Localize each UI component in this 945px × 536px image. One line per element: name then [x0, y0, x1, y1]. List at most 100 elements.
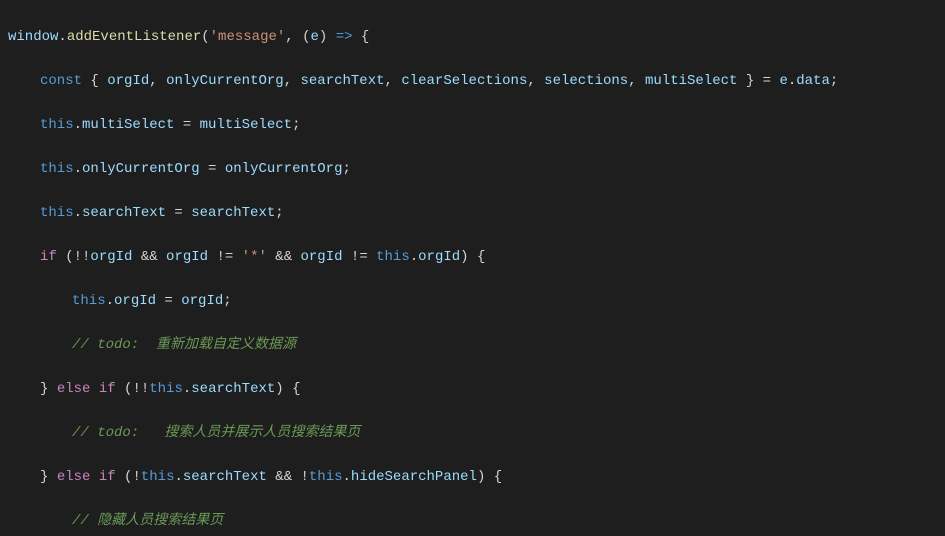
punct: != [208, 249, 242, 265]
punct [90, 469, 98, 485]
punct: = [174, 117, 199, 133]
punct: && [132, 249, 166, 265]
identifier: clearSelections [401, 73, 527, 89]
keyword: this [309, 469, 343, 485]
punct: } [40, 381, 57, 397]
comment: // todo: 搜索人员并展示人员搜索结果页 [72, 425, 360, 441]
punct: } [40, 469, 57, 485]
identifier: multiSelect [200, 117, 292, 133]
method: addEventListener [67, 29, 201, 45]
identifier: orgId [166, 249, 208, 265]
punct: , [385, 73, 402, 89]
code-line[interactable]: } else if (!!this.searchText) { [8, 378, 945, 400]
punct: , [628, 73, 645, 89]
code-line[interactable]: this.searchText = searchText; [8, 202, 945, 224]
identifier: orgId [418, 249, 460, 265]
punct: ) { [275, 381, 300, 397]
comment: // 隐藏人员搜索结果页 [72, 513, 223, 529]
code-line[interactable]: // 隐藏人员搜索结果页 [8, 510, 945, 532]
identifier: multiSelect [82, 117, 174, 133]
identifier: onlyCurrentOrg [82, 161, 200, 177]
identifier: orgId [181, 293, 223, 309]
keyword: this [40, 205, 74, 221]
identifier: searchText [301, 73, 385, 89]
punct: . [58, 29, 66, 45]
punct: , [284, 73, 301, 89]
string: 'message' [210, 29, 286, 45]
keyword: else [57, 469, 91, 485]
punct: , ( [285, 29, 310, 45]
punct: ; [830, 73, 838, 89]
punct: ; [292, 117, 300, 133]
punct: . [74, 161, 82, 177]
punct [90, 381, 98, 397]
punct: ) [319, 29, 336, 45]
code-line[interactable]: // todo: 搜索人员并展示人员搜索结果页 [8, 422, 945, 444]
keyword: if [99, 469, 116, 485]
identifier: orgId [301, 249, 343, 265]
punct: != [343, 249, 377, 265]
arrow: => [336, 29, 353, 45]
identifier: multiSelect [645, 73, 737, 89]
punct: = [200, 161, 225, 177]
code-line[interactable]: this.orgId = orgId; [8, 290, 945, 312]
punct: . [106, 293, 114, 309]
keyword: const [40, 73, 82, 89]
identifier: searchText [183, 469, 267, 485]
keyword: this [40, 117, 74, 133]
punct: (!! [57, 249, 91, 265]
punct: . [74, 117, 82, 133]
punct: = [156, 293, 181, 309]
code-editor[interactable]: window.addEventListener('message', (e) =… [0, 0, 945, 536]
keyword: if [40, 249, 57, 265]
identifier: orgId [107, 73, 149, 89]
punct: . [788, 73, 796, 89]
identifier: orgId [114, 293, 156, 309]
punct: { [82, 73, 107, 89]
punct: ( [201, 29, 209, 45]
brace: { [353, 29, 370, 45]
identifier: onlyCurrentOrg [166, 73, 284, 89]
punct: ) { [460, 249, 485, 265]
comment: // todo: 重新加载自定义数据源 [72, 337, 296, 353]
keyword: this [376, 249, 410, 265]
punct: . [174, 469, 182, 485]
punct: . [410, 249, 418, 265]
punct: (! [116, 469, 141, 485]
punct: , [149, 73, 166, 89]
identifier: window [8, 29, 58, 45]
string: '*' [242, 249, 267, 265]
punct: = [166, 205, 191, 221]
punct: ; [275, 205, 283, 221]
code-line[interactable]: window.addEventListener('message', (e) =… [8, 26, 945, 48]
punct: . [343, 469, 351, 485]
identifier: orgId [90, 249, 132, 265]
code-line[interactable]: this.multiSelect = multiSelect; [8, 114, 945, 136]
identifier: searchText [191, 205, 275, 221]
punct: , [527, 73, 544, 89]
identifier: onlyCurrentOrg [225, 161, 343, 177]
punct: ) { [477, 469, 502, 485]
keyword: this [141, 469, 175, 485]
code-line[interactable]: // todo: 重新加载自定义数据源 [8, 334, 945, 356]
punct: ; [342, 161, 350, 177]
code-line[interactable]: } else if (!this.searchText && !this.hid… [8, 466, 945, 488]
punct: . [74, 205, 82, 221]
identifier: data [796, 73, 830, 89]
punct: . [183, 381, 191, 397]
punct: && [267, 249, 301, 265]
punct: } = [737, 73, 779, 89]
identifier: searchText [82, 205, 166, 221]
code-line[interactable]: const { orgId, onlyCurrentOrg, searchTex… [8, 70, 945, 92]
keyword: this [40, 161, 74, 177]
identifier: e [779, 73, 787, 89]
code-line[interactable]: this.onlyCurrentOrg = onlyCurrentOrg; [8, 158, 945, 180]
code-line[interactable]: if (!!orgId && orgId != '*' && orgId != … [8, 246, 945, 268]
punct: ; [223, 293, 231, 309]
identifier: selections [544, 73, 628, 89]
keyword: this [149, 381, 183, 397]
keyword: this [72, 293, 106, 309]
param: e [311, 29, 319, 45]
keyword: else [57, 381, 91, 397]
identifier: searchText [191, 381, 275, 397]
